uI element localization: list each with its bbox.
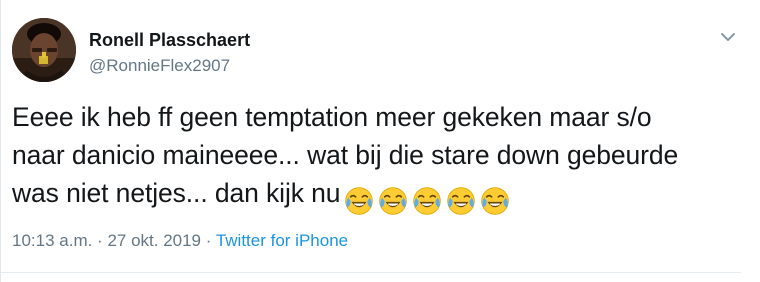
face-with-tears-of-joy-icon (481, 187, 510, 215)
divider (1, 272, 741, 273)
face-with-tears-of-joy-icon (379, 187, 408, 215)
face-with-tears-of-joy-icon (447, 187, 476, 215)
avatar[interactable] (12, 18, 76, 82)
tweet-time[interactable]: 10:13 a.m. (12, 231, 92, 250)
face-with-tears-of-joy-icon (413, 187, 442, 215)
tweet-source-link[interactable]: Twitter for iPhone (216, 231, 348, 250)
chevron-down-icon[interactable] (716, 27, 740, 47)
emoji-row (340, 180, 510, 218)
tweet-card: Ronell Plasschaert @RonnieFlex2907 Eeee … (0, 0, 760, 282)
author-name[interactable]: Ronell Plasschaert (89, 30, 250, 51)
face-with-tears-of-joy-icon (345, 187, 374, 215)
meta-separator: · (201, 231, 216, 250)
meta-separator: · (92, 231, 108, 250)
tweet-date[interactable]: 27 okt. 2019 (107, 231, 201, 250)
avatar-image (12, 18, 76, 82)
author-handle[interactable]: @RonnieFlex2907 (89, 56, 230, 76)
tweet-meta: 10:13 a.m. · 27 okt. 2019 · Twitter for … (12, 231, 348, 251)
tweet-body: Eeee ik heb ff geen temptation meer geke… (12, 98, 742, 218)
